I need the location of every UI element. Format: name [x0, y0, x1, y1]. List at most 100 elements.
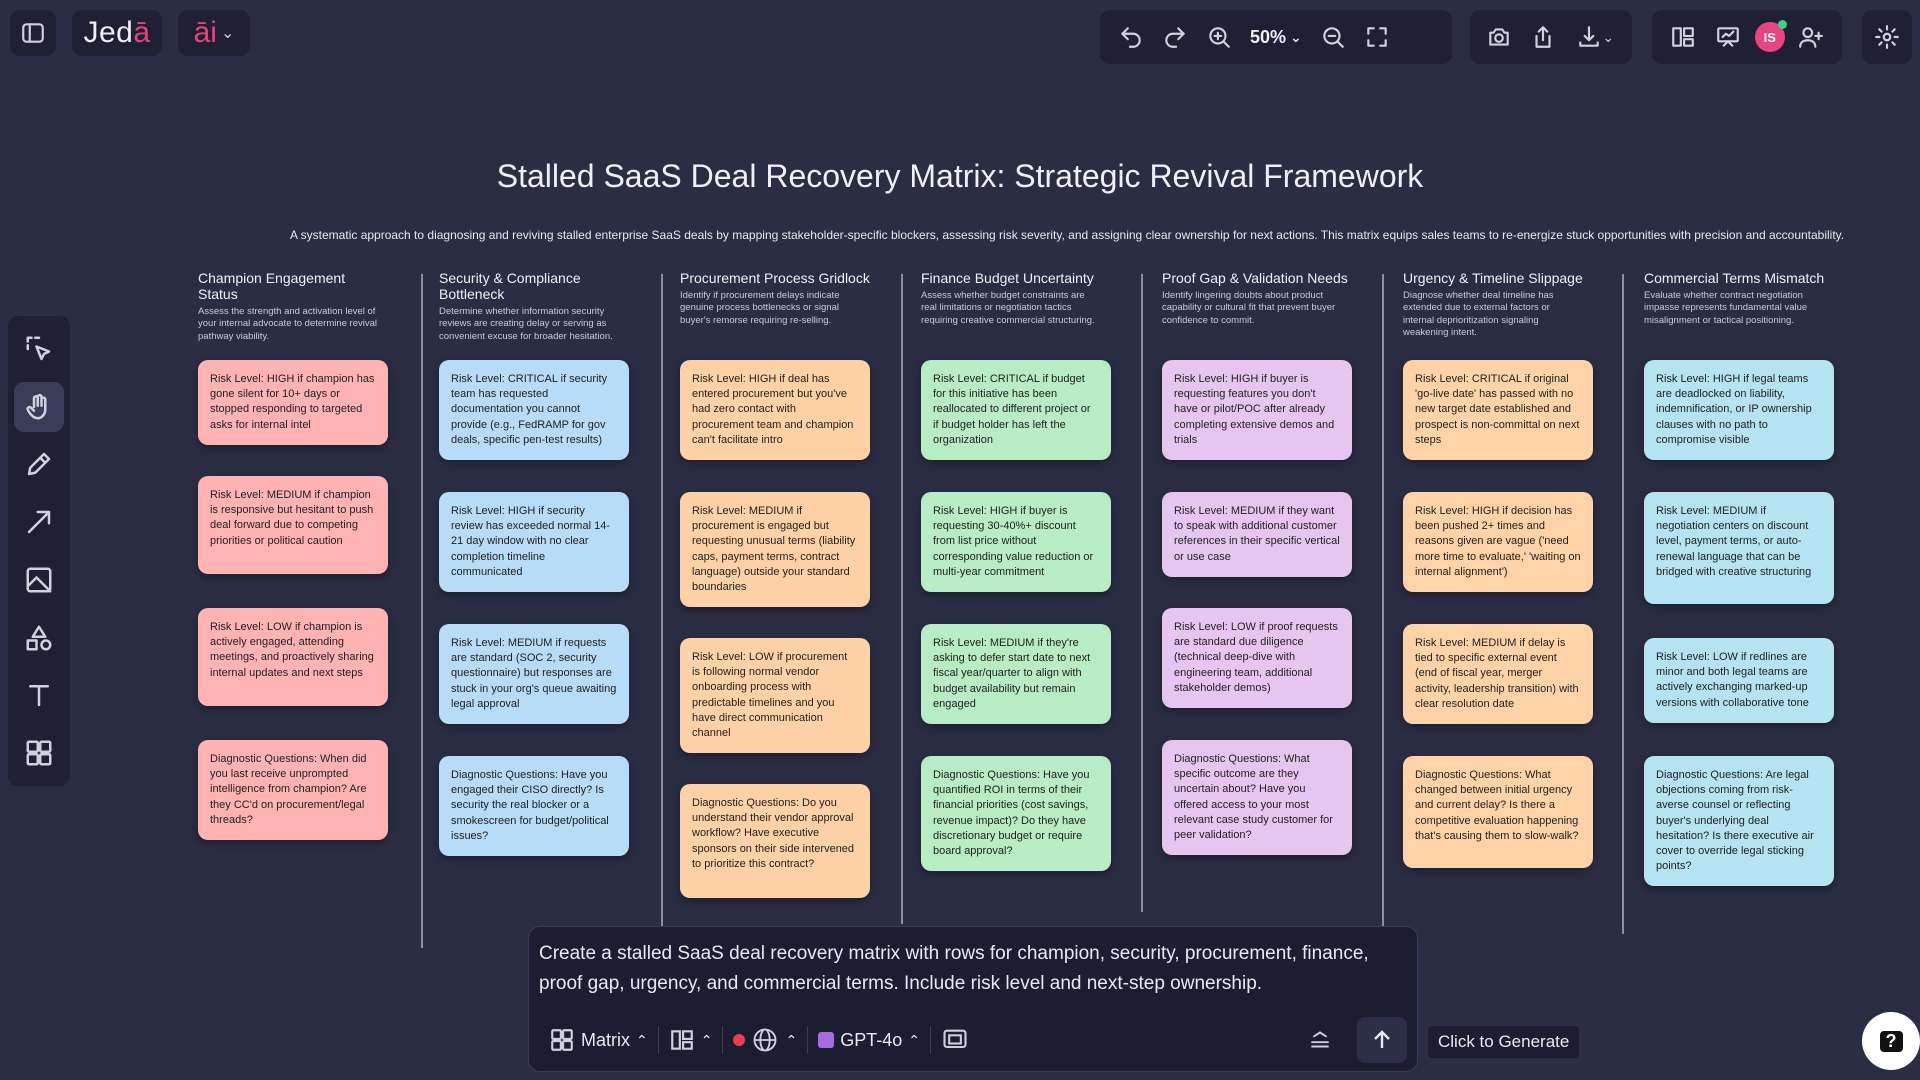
risk-level-card[interactable]: Risk Level: CRITICAL if budget for this … — [921, 360, 1111, 460]
app-logo[interactable]: Jed ā — [72, 10, 162, 56]
diagnostic-questions-card[interactable]: Diagnostic Questions: Are legal objectio… — [1644, 756, 1834, 887]
risk-level-card[interactable]: Risk Level: HIGH if legal teams are dead… — [1644, 360, 1834, 460]
risk-level-card[interactable]: Risk Level: MEDIUM if delay is tied to s… — [1403, 624, 1593, 724]
pencil-icon — [27, 453, 51, 476]
template-select[interactable]: Matrix ⌃ — [539, 1027, 658, 1053]
diagnostic-questions-card[interactable]: Diagnostic Questions: When did you last … — [198, 740, 388, 840]
column-description[interactable]: Assess whether budget constraints are re… — [921, 290, 1101, 327]
download-button[interactable]: ⌄ — [1568, 17, 1622, 57]
fit-screen-button[interactable] — [1358, 17, 1396, 57]
shapes-tool[interactable] — [14, 613, 64, 663]
gear-icon — [1875, 25, 1899, 49]
risk-level-card[interactable]: Risk Level: HIGH if buyer is requesting … — [1162, 360, 1352, 460]
share-button[interactable] — [1524, 17, 1562, 57]
undo-button[interactable] — [1112, 17, 1150, 57]
column-title[interactable]: Procurement Process Gridlock — [680, 270, 870, 286]
arrow-tool[interactable] — [14, 497, 64, 547]
zoom-out-button[interactable] — [1314, 17, 1352, 57]
layout-icon — [670, 1030, 693, 1050]
chevron-down-icon: ⌄ — [1602, 28, 1615, 45]
column-description[interactable]: Diagnose whether deal timeline has exten… — [1403, 290, 1583, 339]
hand-icon — [26, 393, 47, 420]
diagnostic-questions-card[interactable]: Diagnostic Questions: Have you quantifie… — [921, 756, 1111, 872]
prompt-toolbar: Matrix ⌃ ⌃ ⌃ GPT-4o ⌃ — [539, 1017, 1407, 1063]
column-title[interactable]: Finance Budget Uncertainty — [921, 270, 1111, 286]
zoom-select[interactable]: 50% ⌄ — [1244, 27, 1308, 48]
layout-select[interactable]: ⌃ — [659, 1027, 723, 1053]
add-user-button[interactable] — [1793, 17, 1830, 57]
matrix-title: Stalled SaaS Deal Recovery Matrix: Strat… — [496, 158, 1424, 194]
model-select[interactable]: GPT-4o ⌃ — [808, 1030, 930, 1051]
risk-level-card[interactable]: Risk Level: LOW if procurement is follow… — [680, 638, 870, 754]
pencil-tool[interactable] — [14, 440, 64, 490]
select-tool[interactable] — [14, 324, 64, 374]
image-tool[interactable] — [14, 555, 64, 605]
risk-level-card[interactable]: Risk Level: LOW if proof requests are st… — [1162, 608, 1352, 708]
column-title[interactable]: Commercial Terms Mismatch — [1644, 270, 1834, 286]
risk-level-card[interactable]: Risk Level: HIGH if buyer is requesting … — [921, 492, 1111, 592]
fullscreen-icon — [1367, 27, 1387, 47]
undo-icon — [1121, 27, 1141, 48]
generate-tooltip: Click to Generate — [1428, 1026, 1580, 1058]
risk-level-card[interactable]: Risk Level: LOW if redlines are minor an… — [1644, 638, 1834, 723]
web-search-select[interactable]: ⌃ — [723, 1026, 807, 1054]
risk-level-card[interactable]: Risk Level: LOW if champion is actively … — [198, 608, 388, 706]
attach-button[interactable] — [931, 1026, 979, 1054]
diagnostic-questions-card[interactable]: Diagnostic Questions: What specific outc… — [1162, 740, 1352, 856]
logo-accent: ā — [133, 16, 151, 49]
diagnostic-questions-card[interactable]: Diagnostic Questions: Have you engaged t… — [439, 756, 629, 856]
layout-icon — [1671, 27, 1694, 47]
diagnostic-questions-card[interactable]: Diagnostic Questions: What changed betwe… — [1403, 756, 1593, 868]
select-cursor-icon — [26, 336, 51, 361]
generate-button[interactable] — [1357, 1017, 1407, 1063]
help-button[interactable]: ? — [1862, 1012, 1920, 1070]
hand-tool[interactable] — [14, 381, 64, 432]
column-title[interactable]: Security & Compliance Bottleneck — [439, 270, 629, 302]
risk-level-card[interactable]: Risk Level: HIGH if deal has entered pro… — [680, 360, 870, 460]
prompt-input[interactable]: Create a stalled SaaS deal recovery matr… — [539, 939, 1389, 1000]
camera-icon — [1489, 28, 1509, 46]
risk-level-card[interactable]: Risk Level: MEDIUM if they're asking to … — [921, 624, 1111, 724]
risk-level-card[interactable]: Risk Level: HIGH if decision has been pu… — [1403, 492, 1593, 592]
column-description[interactable]: Determine whether information security r… — [439, 306, 619, 343]
risk-level-card[interactable]: Risk Level: MEDIUM if requests are stand… — [439, 624, 629, 724]
column-description[interactable]: Identify if procurement delays indicate … — [680, 290, 860, 327]
column-title[interactable]: Proof Gap & Validation Needs — [1162, 270, 1352, 286]
chevron-up-icon: ⌃ — [785, 1031, 798, 1048]
column-description[interactable]: Assess the strength and activation level… — [198, 306, 378, 343]
risk-level-card[interactable]: Risk Level: MEDIUM if procurement is eng… — [680, 492, 870, 608]
column-description[interactable]: Evaluate whether contract negotiation im… — [1644, 290, 1824, 327]
matrix-column: Finance Budget Uncertainty Assess whether… — [901, 270, 1111, 327]
text-tool[interactable] — [14, 671, 64, 721]
risk-level-card[interactable]: Risk Level: CRITICAL if original 'go-liv… — [1403, 360, 1593, 460]
screenshot-button[interactable] — [1480, 17, 1518, 57]
column-description[interactable]: Identify lingering doubts about product … — [1162, 290, 1342, 327]
presentation-icon — [1717, 27, 1740, 47]
redo-button[interactable] — [1156, 17, 1194, 57]
ai-menu-button[interactable]: āi ⌄ — [178, 10, 250, 56]
risk-level-card[interactable]: Risk Level: CRITICAL if security team ha… — [439, 360, 629, 460]
expand-button[interactable] — [1297, 1027, 1343, 1053]
risk-level-card[interactable]: Risk Level: HIGH if security review has … — [439, 492, 629, 592]
diagnostic-questions-card[interactable]: Diagnostic Questions: Do you understand … — [680, 784, 870, 898]
risk-level-card[interactable]: Risk Level: HIGH if champion has gone si… — [198, 360, 388, 445]
layout-button[interactable] — [1664, 17, 1701, 57]
templates-tool[interactable] — [14, 728, 64, 778]
image-icon — [26, 567, 52, 593]
user-avatar[interactable]: IS — [1754, 20, 1787, 52]
risk-level-card[interactable]: Risk Level: MEDIUM if negotiation center… — [1644, 492, 1834, 604]
drawing-toolbar — [8, 316, 70, 786]
collaboration-toolbar: IS — [1652, 10, 1842, 64]
zoom-in-button[interactable] — [1200, 17, 1238, 57]
risk-level-card[interactable]: Risk Level: MEDIUM if champion is respon… — [198, 476, 388, 574]
column-divider — [1382, 274, 1384, 942]
risk-level-card[interactable]: Risk Level: MEDIUM if they want to speak… — [1162, 492, 1352, 577]
column-title[interactable]: Urgency & Timeline Slippage — [1403, 270, 1593, 286]
shapes-icon — [26, 625, 52, 651]
settings-button[interactable] — [1862, 10, 1912, 64]
column-title[interactable]: Champion Engagement Status — [198, 270, 388, 302]
present-button[interactable] — [1709, 17, 1746, 57]
matrix-column: Security & Compliance Bottleneck Determin… — [419, 270, 629, 343]
sidebar-toggle-button[interactable] — [10, 10, 56, 56]
arrow-up-icon — [1374, 1030, 1390, 1048]
